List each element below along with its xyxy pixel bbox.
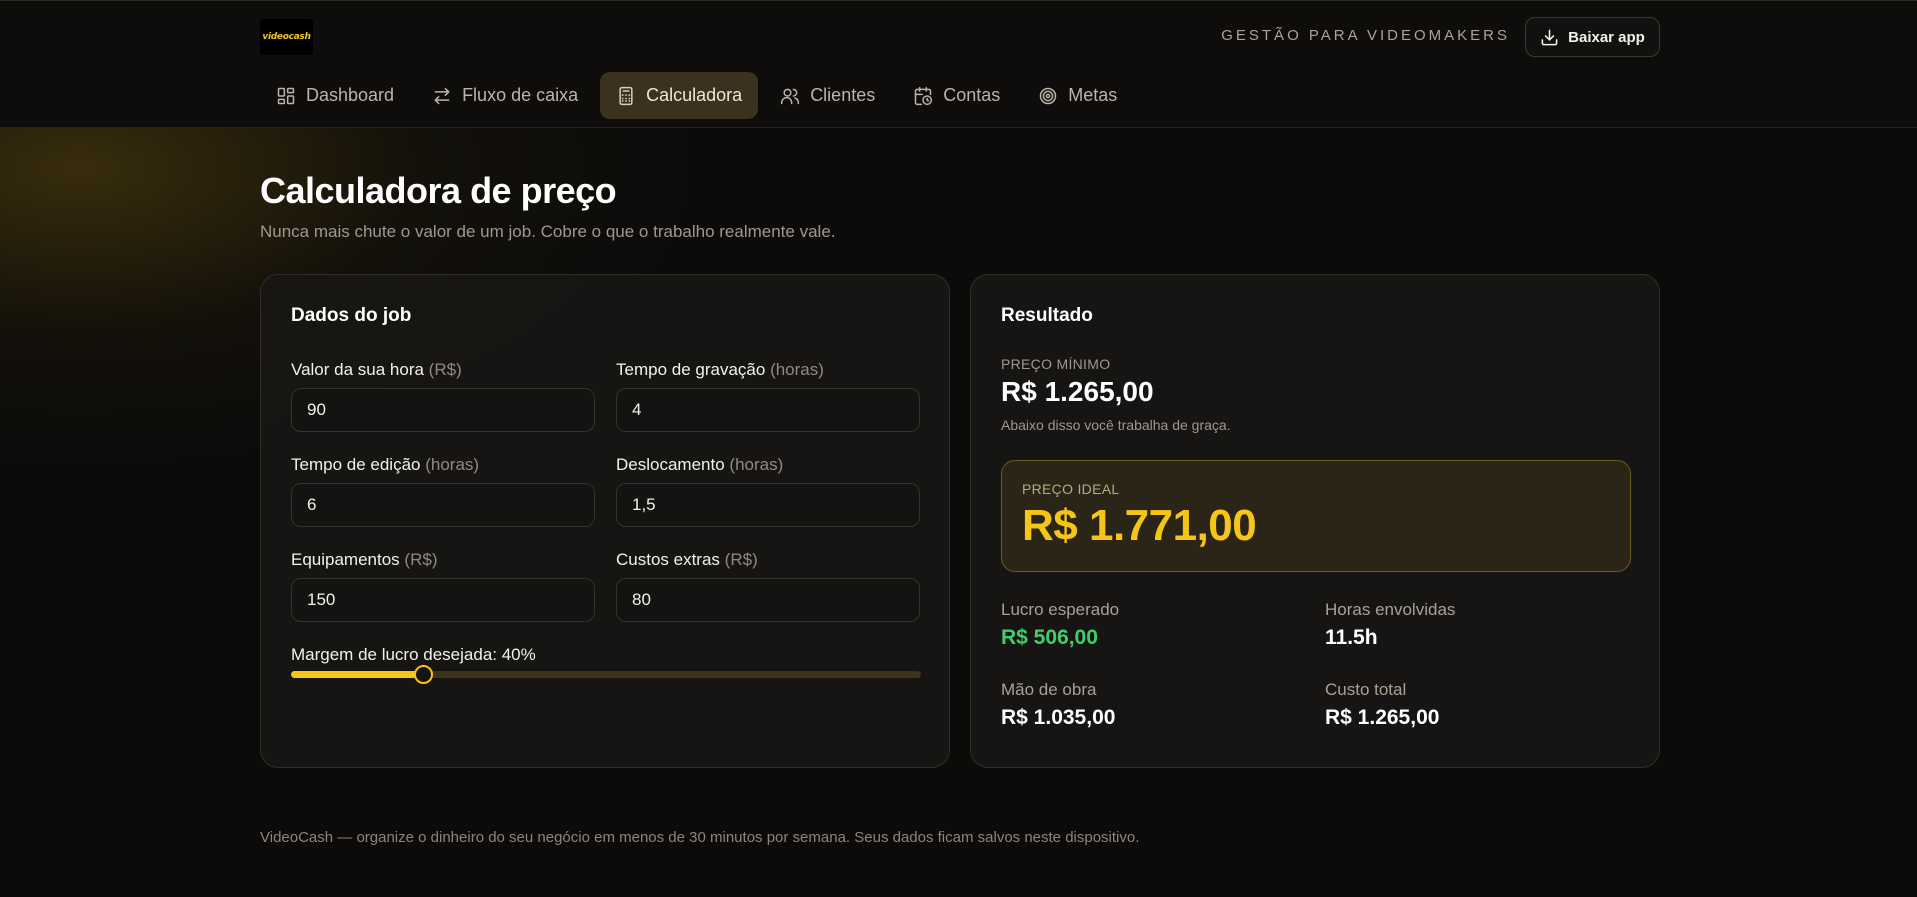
page-title: Calculadora de preço [260,170,617,211]
recording-time-input[interactable] [616,388,920,432]
total-cost-label: Custo total [1325,680,1407,699]
min-price-value: R$ 1.265,00 [1001,376,1154,407]
equipment-label: Equipamentos (R$) [291,550,595,572]
nav-label-contas: Contas [943,85,1001,105]
hour-rate-input[interactable] [291,388,595,432]
labor-cost-value: R$ 1.035,00 [1001,706,1116,729]
calculator-icon [619,86,633,105]
users-icon [781,88,800,104]
target-icon [1040,87,1057,104]
expected-profit-label: Lucro esperado [1001,600,1120,619]
min-price-note: Abaixo disso você trabalha de graça. [1001,417,1231,433]
equipment-unit: (R$) [404,550,438,569]
total-cost-stat: Custo total R$ 1.265,00 [1325,680,1439,730]
editing-time-field: Tempo de edição (horas) [291,455,595,527]
extra-costs-unit: (R$) [724,550,758,569]
travel-time-input[interactable] [616,483,920,527]
nav-label-dashboard: Dashboard [306,85,395,105]
total-cost-value: R$ 1.265,00 [1325,706,1440,729]
logo-text: videocash [262,32,311,42]
editing-time-unit: (horas) [425,455,480,474]
nav-label-calculadora: Calculadora [646,85,743,105]
recording-time-unit: (horas) [770,360,824,379]
hours-involved-stat: Horas envolvidas 11.5h [1325,600,1455,650]
profit-margin-thumb[interactable] [414,665,434,684]
nav-label-metas: Metas [1068,85,1118,105]
hour-rate-field: Valor da sua hora (R$) [291,360,595,432]
hour-rate-label: Valor da sua hora (R$) [291,360,595,382]
profit-margin-fill [291,671,424,678]
recording-time-label: Tempo de gravação (horas) [616,360,920,382]
hour-rate-label-text: Valor da sua hora [291,360,424,379]
equipment-field: Equipamentos (R$) [291,550,595,622]
nav-item-fluxo-de-caixa[interactable]: Fluxo de caixa [416,72,594,119]
editing-time-label-text: Tempo de edição [291,455,421,474]
labor-cost-label: Mão de obra [1001,680,1097,699]
hours-involved-label: Horas envolvidas [1325,600,1456,619]
ideal-price-label: PREÇO IDEAL [1022,481,1120,497]
travel-time-unit: (horas) [729,455,784,474]
expected-profit-stat: Lucro esperado R$ 506,00 [1001,600,1119,650]
extra-costs-field: Custos extras (R$) [616,550,920,622]
nav-label-clientes: Clientes [810,85,876,105]
brand-logo[interactable]: videocash [260,19,313,55]
editing-time-input[interactable] [291,483,595,527]
extra-costs-input[interactable] [616,578,920,622]
ideal-price-box: PREÇO IDEAL R$ 1.771,00 [1001,460,1631,572]
editing-time-label: Tempo de edição (horas) [291,455,595,477]
recording-time-label-text: Tempo de gravação [616,360,766,379]
nav-item-metas[interactable]: Metas [1022,72,1133,119]
hours-involved-value: 11.5h [1325,626,1378,649]
extra-costs-label: Custos extras (R$) [616,550,920,572]
dashboard-icon [277,87,295,104]
nav-item-clientes[interactable]: Clientes [764,72,891,119]
brand-tagline: GESTÃO PARA VIDEOMAKERS [1221,27,1510,44]
equipment-input[interactable] [291,578,595,622]
nav-item-calculadora[interactable]: Calculadora [600,72,759,119]
arrows-exchange-icon [434,87,450,104]
main-nav: Dashboard Fluxo de caixa Calculadora Cli… [260,72,1133,119]
top-header: videocash GESTÃO PARA VIDEOMAKERS Baixar… [0,0,1917,128]
page-subtitle: Nunca mais chute o valor de um job. Cobr… [260,222,836,241]
min-price-label: PREÇO MÍNIMO [1001,356,1111,372]
travel-time-label-text: Deslocamento [616,455,725,474]
download-icon [1541,29,1558,45]
profit-margin-slider[interactable] [291,665,921,684]
hour-rate-unit: (R$) [428,360,462,379]
job-data-title: Dados do job [291,305,412,326]
profit-margin-label: Margem de lucro desejada: 40% [291,645,536,664]
result-title: Resultado [1001,305,1093,326]
nav-label-fluxo-de-caixa: Fluxo de caixa [462,85,579,105]
labor-cost-stat: Mão de obra R$ 1.035,00 [1001,680,1115,730]
page-footer: VideoCash — organize o dinheiro do seu n… [260,829,1140,846]
expected-profit-value: R$ 506,00 [1001,626,1098,649]
travel-time-field: Deslocamento (horas) [616,455,920,527]
download-app-label: Baixar app [1568,28,1645,46]
travel-time-label: Deslocamento (horas) [616,455,920,477]
job-data-card: Dados do job Valor da sua hora (R$) Temp… [260,274,950,768]
equipment-label-text: Equipamentos [291,550,400,569]
recording-time-field: Tempo de gravação (horas) [616,360,920,432]
download-app-button[interactable]: Baixar app [1525,17,1660,57]
result-card: Resultado PREÇO MÍNIMO R$ 1.265,00 Abaix… [970,274,1660,768]
calendar-clock-icon [914,86,933,105]
nav-item-dashboard[interactable]: Dashboard [260,72,410,119]
nav-item-contas[interactable]: Contas [897,72,1016,119]
ideal-price-value: R$ 1.771,00 [1022,501,1257,550]
extra-costs-label-text: Custos extras [616,550,720,569]
